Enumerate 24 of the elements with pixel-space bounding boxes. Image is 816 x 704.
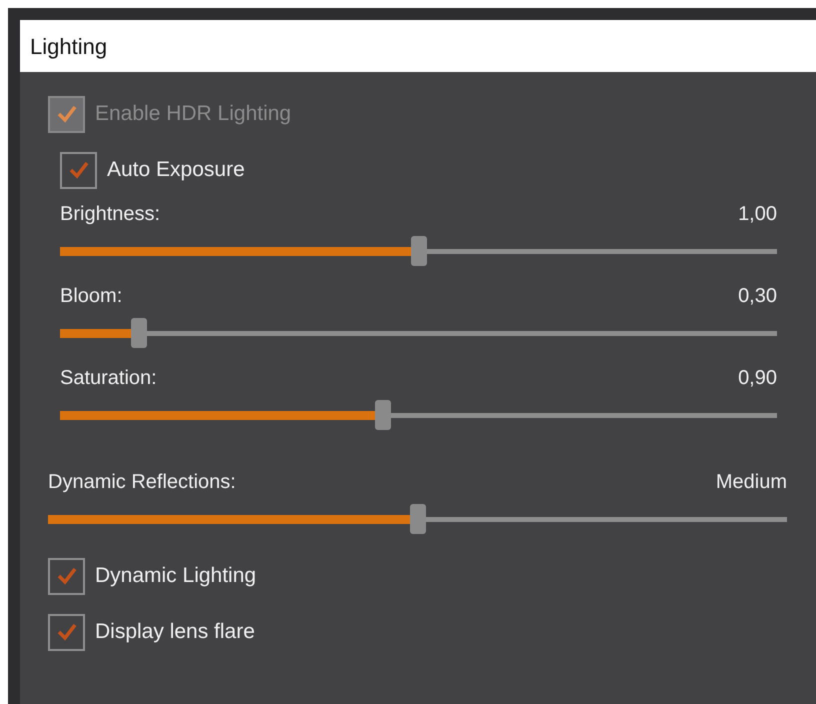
slider-label: Bloom: (60, 284, 122, 309)
check-icon (56, 622, 78, 642)
slider-value: 0,30 (738, 284, 777, 309)
slider-track[interactable] (60, 318, 777, 348)
slider-value: Medium (716, 470, 787, 495)
slider-track[interactable] (60, 400, 777, 430)
slider-label: Dynamic Reflections: (48, 470, 236, 495)
checkbox-label: Dynamic Lighting (95, 563, 256, 590)
check-icon (56, 566, 78, 586)
slider-value: 1,00 (738, 202, 777, 227)
slider-label: Saturation: (60, 366, 157, 391)
slider-label: Brightness: (60, 202, 160, 227)
checkbox[interactable] (48, 614, 85, 650)
checkbox[interactable] (48, 558, 85, 594)
check-icon (56, 104, 78, 124)
checkbox-label: Enable HDR Lighting (95, 101, 292, 128)
slider-track[interactable] (48, 504, 787, 534)
slider-track[interactable] (60, 236, 777, 266)
panel-title: Lighting (30, 32, 108, 61)
slider-value: 0,90 (738, 366, 777, 391)
checkbox-label: Auto Exposure (107, 157, 245, 184)
slider-thumb[interactable] (410, 504, 426, 534)
checkbox-label: Display lens flare (95, 619, 255, 646)
check-icon (68, 160, 90, 180)
